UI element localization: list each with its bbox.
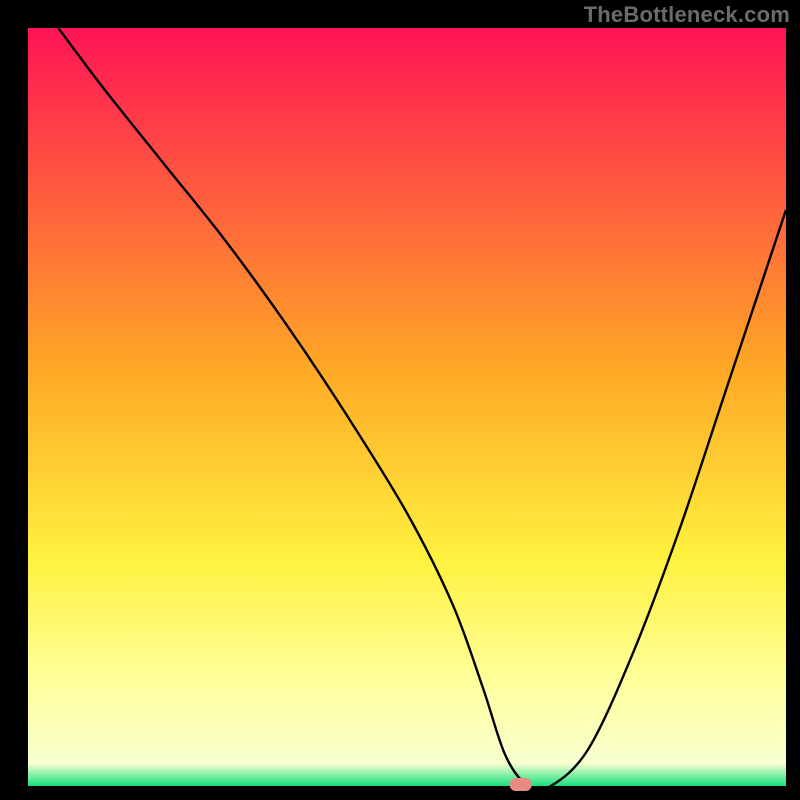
bottleneck-chart (0, 0, 800, 800)
watermark-label: TheBottleneck.com (584, 2, 790, 28)
target-marker (510, 778, 532, 791)
chart-background (28, 28, 786, 786)
